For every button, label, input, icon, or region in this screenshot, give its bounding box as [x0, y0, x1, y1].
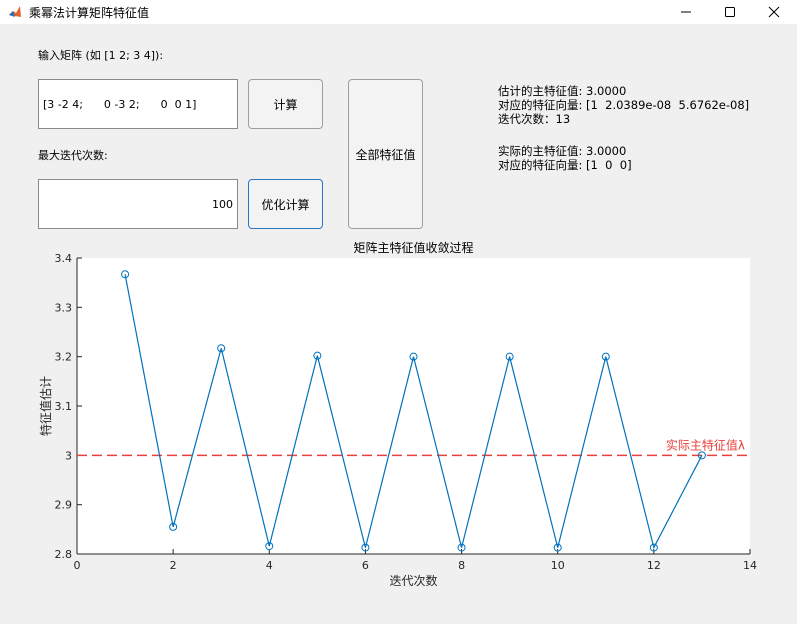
iter-label: 最大迭代次数:: [38, 149, 108, 162]
x-tick-label: 8: [458, 559, 465, 572]
result-actual-vector: 对应的特征向量: [1 0 0]: [498, 158, 632, 172]
iter-input[interactable]: 100: [38, 179, 238, 229]
result-actual-value: 实际的主特征值: 3.0000: [498, 144, 627, 158]
chart-title: 矩阵主特征值收敛过程: [353, 240, 473, 255]
y-tick-label: 3.1: [55, 400, 73, 413]
window-title: 乘幂法计算矩阵特征值: [29, 6, 150, 20]
x-tick-label: 4: [266, 559, 273, 572]
minimize-icon: [681, 11, 691, 13]
maximize-icon: [725, 7, 735, 17]
y-tick-label: 3: [65, 449, 72, 462]
result-estimated-vector: 对应的特征向量: [1 2.0389e-08 5.6762e-08]: [498, 98, 750, 112]
y-tick-label: 2.9: [55, 499, 73, 512]
x-tick-label: 12: [647, 559, 661, 572]
convergence-chart: 矩阵主特征值收敛过程 0 2 4 6 8 10 12 14 2.8 2.9 3 3.1 3.2 3.3 3.4…: [38, 240, 757, 588]
matrix-label: 输入矩阵 (如 [1 2; 3 4]):: [38, 49, 164, 62]
compute-button[interactable]: 计算: [248, 79, 323, 129]
y-tick-label: 3.3: [55, 301, 73, 314]
x-tick-label: 10: [551, 559, 565, 572]
all-eigenvalues-button[interactable]: 全部特征值: [348, 79, 423, 229]
minimize-button[interactable]: [663, 0, 709, 24]
x-tick-label: 6: [362, 559, 369, 572]
x-tick-label: 0: [74, 559, 81, 572]
maximize-button[interactable]: [707, 0, 753, 24]
matrix-input-value: [3 -2 4; 0 -3 2; 0 0 1]: [43, 97, 197, 111]
y-tick-label: 3.2: [55, 351, 73, 364]
matrix-input[interactable]: [3 -2 4; 0 -3 2; 0 0 1]: [38, 79, 238, 129]
close-icon: [768, 6, 780, 18]
result-iterations: 迭代次数：13: [498, 112, 571, 126]
close-button[interactable]: [751, 0, 797, 24]
y-tick-label: 3.4: [55, 252, 73, 265]
result-estimated-value: 估计的主特征值: 3.0000: [498, 84, 627, 98]
iter-input-value: 100: [212, 197, 233, 211]
y-axis-label: 特征值估计: [38, 376, 53, 436]
x-tick-label: 14: [743, 559, 757, 572]
y-tick-label: 2.8: [55, 548, 73, 561]
x-axis-label: 迭代次数: [389, 573, 437, 588]
reference-line-label: 实际主特征值λ: [666, 437, 745, 452]
matlab-app-icon: [8, 5, 22, 19]
x-tick-label: 2: [170, 559, 177, 572]
title-bar: 乘幂法计算矩阵特征值: [0, 0, 797, 24]
optimize-button[interactable]: 优化计算: [248, 179, 323, 229]
